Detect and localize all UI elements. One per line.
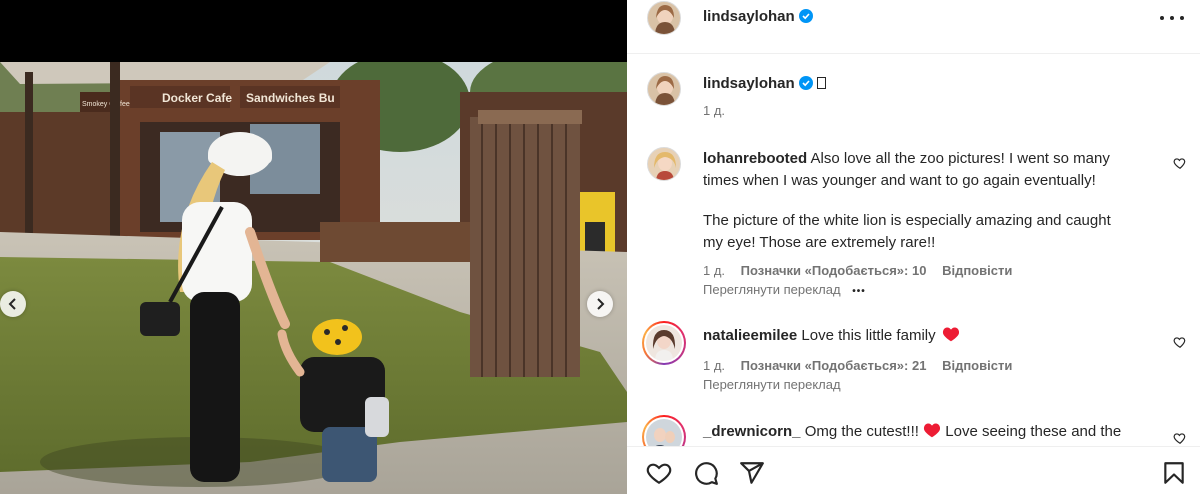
see-translation-link[interactable]: Переглянути переклад xyxy=(703,377,841,392)
avatar-image xyxy=(648,148,680,180)
author-avatar[interactable] xyxy=(647,1,681,35)
avatar-image xyxy=(648,2,680,34)
like-comment-heart-icon[interactable] xyxy=(1173,335,1187,349)
header-username-text[interactable]: lindsaylohan xyxy=(703,8,795,25)
chevron-left-icon xyxy=(8,298,16,310)
commenter-avatar[interactable] xyxy=(647,147,681,181)
see-translation-link[interactable]: Переглянути переклад xyxy=(703,282,841,297)
comment-text-line: Also love all the zoo pictures! I went s… xyxy=(810,150,1110,167)
comment-username[interactable]: lohanrebooted xyxy=(703,150,807,167)
comment-text-line: Omg the cutest!!! xyxy=(804,423,919,440)
comment-time[interactable]: 1 д. xyxy=(703,358,725,373)
caption-author-avatar[interactable] xyxy=(647,72,681,106)
sign-smokey-coffee: Smokey Coffee xyxy=(82,101,130,108)
comment-body-paragraph: The picture of the white lion is especia… xyxy=(703,210,1163,254)
more-options-dot xyxy=(1180,16,1184,20)
comment-body: natalieemilee Love this little family xyxy=(703,325,1163,347)
comment-username[interactable]: natalieemilee xyxy=(703,327,797,344)
bookmark-icon[interactable] xyxy=(1161,460,1187,486)
reply-button[interactable]: Відповісти xyxy=(942,358,1012,373)
verified-badge-icon xyxy=(798,9,813,23)
like-comment-heart-icon[interactable] xyxy=(1173,431,1187,445)
story-ring-inner xyxy=(644,323,684,363)
comment-time[interactable]: 1 д. xyxy=(703,263,725,278)
comment-body: _drewnicorn_ Omg the cutest!!! Love seei… xyxy=(703,421,1183,443)
comment-options-button[interactable]: ••• xyxy=(852,286,866,297)
comment-text-line: my eye! Those are extremely rare!! xyxy=(703,234,936,251)
avatar-image xyxy=(646,325,682,361)
caption-time[interactable]: 1 д. xyxy=(703,103,725,118)
translate-row: Переглянути переклад ••• xyxy=(703,282,866,297)
photo-illustration: Docker Cafe Sandwiches Bu Smokey Coffee xyxy=(0,62,627,494)
comment-text-line: The picture of the white lion is especia… xyxy=(703,212,1111,229)
red-heart-emoji-icon xyxy=(942,327,959,342)
unrendered-emoji-icon xyxy=(816,77,826,89)
comment-text-line: Love seeing these and the xyxy=(945,423,1122,440)
comment-username[interactable]: _drewnicorn_ xyxy=(703,423,801,440)
comment-likes-count[interactable]: Позначки «Подобається»: 10 xyxy=(741,263,927,278)
more-options-dot xyxy=(1160,16,1164,20)
header-divider xyxy=(627,53,1200,54)
more-options-dot xyxy=(1170,16,1174,20)
comment-meta: 1 д. Позначки «Подобається»: 10 Відповіс… xyxy=(703,263,1024,278)
caption-username-text[interactable]: lindsaylohan xyxy=(703,75,795,92)
post-photo[interactable]: Docker Cafe Sandwiches Bu Smokey Coffee xyxy=(0,62,627,494)
comment-likes-count[interactable]: Позначки «Подобається»: 21 xyxy=(741,358,927,373)
heart-outline-icon[interactable] xyxy=(646,460,672,486)
header-username[interactable]: lindsaylohan xyxy=(703,8,813,25)
verified-badge-icon xyxy=(798,76,813,90)
reply-button[interactable]: Відповісти xyxy=(942,263,1012,278)
speech-bubble-icon[interactable] xyxy=(693,460,719,486)
chevron-right-icon xyxy=(597,298,605,310)
comment-meta: 1 д. Позначки «Подобається»: 21 Відповіс… xyxy=(703,358,1024,373)
sign-sandwiches: Sandwiches Bu xyxy=(246,91,335,105)
paper-plane-icon[interactable] xyxy=(739,460,765,486)
post-media: Docker Cafe Sandwiches Bu Smokey Coffee xyxy=(0,0,627,494)
post-side-panel: lindsaylohan lindsaylohan 1 д. lohanrebo… xyxy=(627,0,1200,494)
commenter-avatar xyxy=(646,325,682,361)
red-heart-emoji-icon xyxy=(924,423,941,438)
more-options-button[interactable] xyxy=(1160,10,1184,26)
post-action-bar xyxy=(627,446,1200,494)
previous-photo-button[interactable] xyxy=(0,291,26,317)
caption-username[interactable]: lindsaylohan xyxy=(703,75,826,92)
post-dialog: Docker Cafe Sandwiches Bu Smokey Coffee xyxy=(0,0,1200,494)
next-photo-button[interactable] xyxy=(587,291,613,317)
sign-docker-cafe: Docker Cafe xyxy=(162,91,232,105)
avatar-image xyxy=(648,73,680,105)
like-comment-heart-icon[interactable] xyxy=(1173,156,1187,170)
comment-body: lohanrebooted Also love all the zoo pict… xyxy=(703,148,1163,192)
commenter-story-ring[interactable] xyxy=(642,321,686,365)
comment-text-line: times when I was younger and want to go … xyxy=(703,172,1096,189)
comment-text-line: Love this little family xyxy=(801,327,936,344)
